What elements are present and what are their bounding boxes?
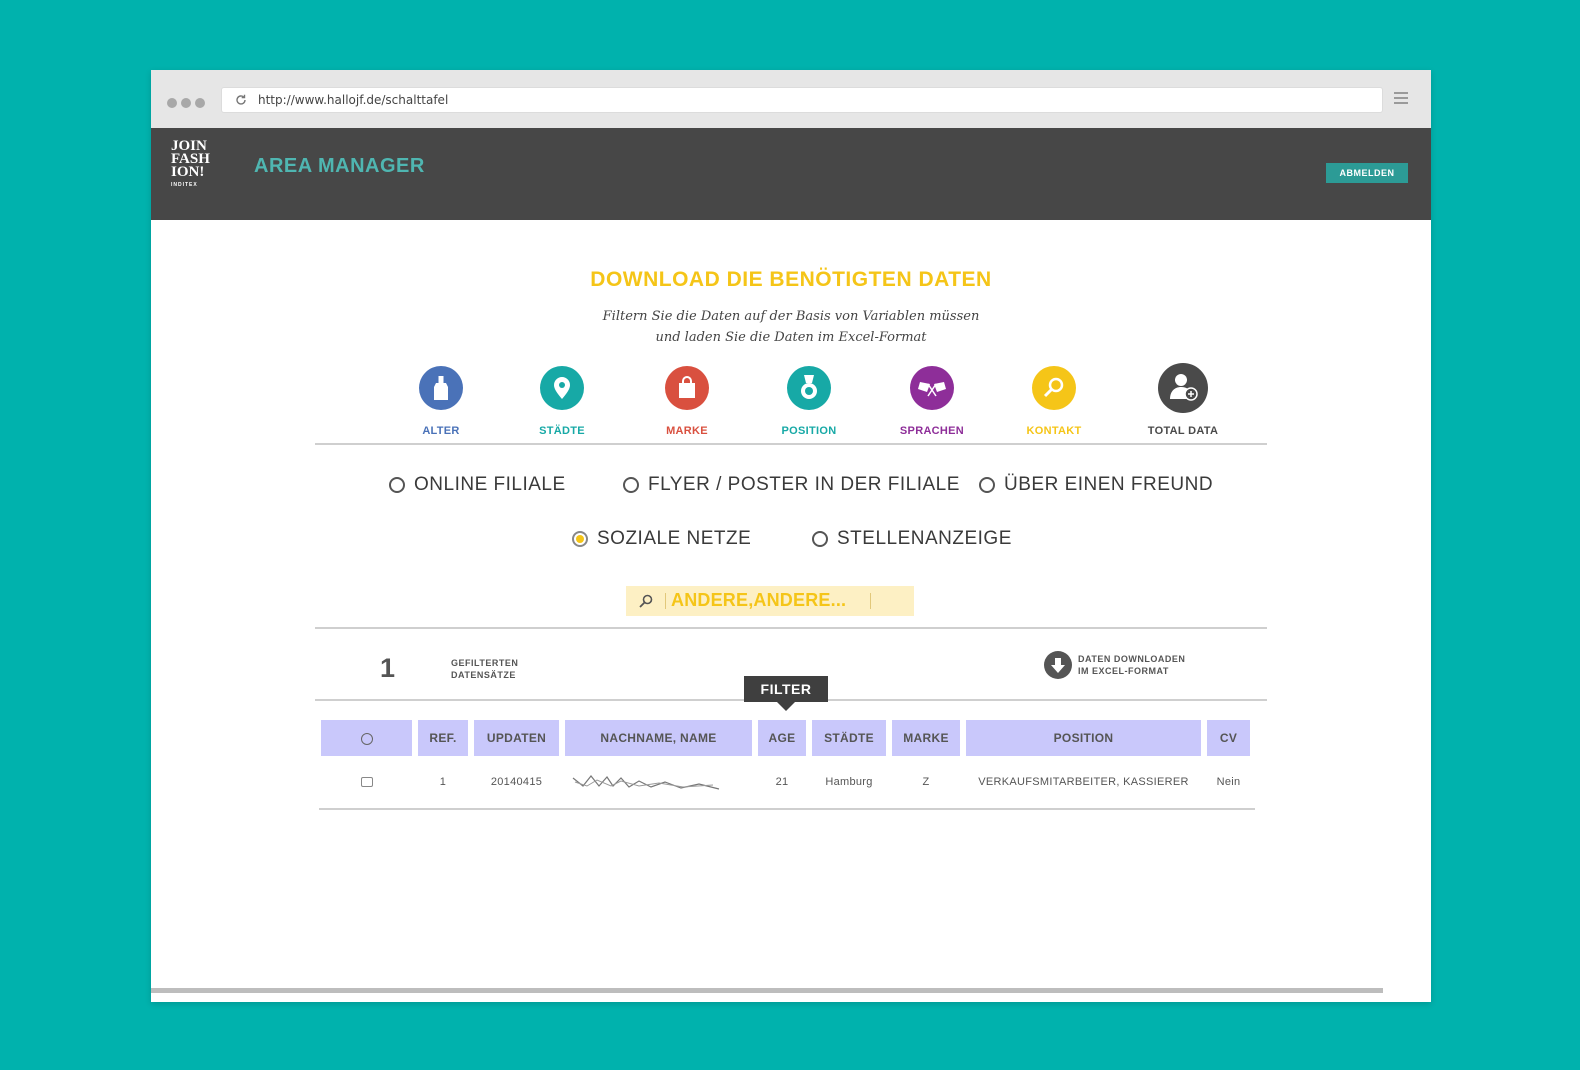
category-label: SPRACHEN [899,425,965,437]
column-header-marke[interactable]: MARKE [892,720,960,756]
category-alter[interactable]: ALTER [391,366,491,437]
download-excel-link[interactable]: DATEN DOWNLOADEN IM EXCEL-FORMAT [1078,653,1185,677]
category-label: MARKE [666,425,708,437]
category-staedte[interactable]: STÄDTE [512,366,612,437]
category-icons: ALTER STÄDTE MARKE POSITION SPRACHEN KON… [391,363,1271,446]
cell-staedte: Hamburg [825,776,873,788]
row-checkbox[interactable] [321,772,412,792]
category-label: TOTAL DATA [1147,425,1219,437]
category-label: STÄDTE [539,425,585,437]
category-kontakt[interactable]: KONTAKT [1004,366,1104,437]
radio-circle-icon[interactable] [360,732,373,745]
search-value[interactable]: ANDERE,ANDERE... [671,590,846,611]
address-bar[interactable]: http://www.hallojf.de/schalttafel [221,87,1383,113]
window-controls [167,95,209,113]
user-add-icon [1158,363,1208,413]
column-header-cv[interactable]: CV [1207,720,1250,756]
radio-online-filiale[interactable]: ONLINE FILIALE [389,474,566,496]
cell-name-redacted [571,772,741,792]
search-icon [639,594,653,608]
radio-circle-icon[interactable] [623,477,639,493]
redacted-scribble [572,775,720,790]
filter-tooltip[interactable]: FILTER [744,676,828,711]
column-header-position[interactable]: POSITION [966,720,1201,756]
filtered-count: 1 [380,653,396,683]
logout-button[interactable]: ABMELDEN [1326,163,1408,183]
radio-circle-icon[interactable] [389,477,405,493]
divider [315,443,1267,445]
flags-icon [910,366,954,410]
column-header-name[interactable]: NACHNAME, NAME [565,720,752,756]
browser-window: http://www.hallojf.de/schalttafel JOIN F… [151,70,1431,1002]
cell-marke: Z [922,776,930,788]
menu-icon[interactable] [1394,92,1408,107]
radio-flyer-poster[interactable]: FLYER / POSTER IN DER FILIALE [623,474,960,496]
shopping-bag-icon [665,366,709,410]
window-dot-icon[interactable] [181,98,191,108]
page-subtitle: Filtern Sie die Daten auf der Basis von … [602,309,980,345]
divider [315,627,1267,629]
cell-age: 21 [775,776,789,788]
cell-position: VERKAUFSMITARBEITER, KASSIERER [978,776,1189,788]
browser-chrome: http://www.hallojf.de/schalttafel [151,70,1431,128]
download-icon[interactable] [1044,651,1072,679]
category-label: POSITION [781,425,837,437]
radio-stellenanzeige[interactable]: STELLENANZEIGE [812,528,1012,550]
category-position[interactable]: POSITION [759,366,859,437]
search-field[interactable]: ANDERE,ANDERE... [626,586,914,616]
app-header: JOIN FASH ION! INDITEX AREA MANAGER ABME… [151,128,1431,220]
radio-circle-icon[interactable] [812,531,828,547]
select-all-header[interactable] [321,720,412,756]
category-marke[interactable]: MARKE [637,366,737,437]
medal-icon [787,366,831,410]
app-title: AREA MANAGER [254,155,425,177]
cell-cv[interactable]: Nein [1207,772,1250,792]
category-label: ALTER [422,425,460,437]
reload-icon[interactable] [234,93,248,107]
radio-circle-icon[interactable] [979,477,995,493]
cell-ref: 1 [439,776,447,788]
horizontal-scrollbar[interactable] [151,988,1383,993]
category-total-data[interactable]: TOTAL DATA [1133,363,1233,437]
magnifier-icon [1032,366,1076,410]
window-dot-icon[interactable] [167,98,177,108]
search-separator [870,593,871,609]
radio-checked-icon[interactable] [572,531,588,547]
category-label: KONTAKT [1026,425,1082,437]
search-separator [665,593,666,609]
column-header-age[interactable]: AGE [758,720,806,756]
url-text[interactable]: http://www.hallojf.de/schalttafel [258,93,448,107]
page-heading: DOWNLOAD DIE BENÖTIGTEN DATEN [590,268,992,291]
column-header-updaten[interactable]: UPDATEN [474,720,559,756]
column-header-ref[interactable]: REF. [418,720,468,756]
category-sprachen[interactable]: SPRACHEN [882,366,982,437]
cell-updaten: 20140415 [490,776,543,788]
window-dot-icon[interactable] [195,98,205,108]
row-divider [319,808,1255,810]
filtered-count-label: GEFILTERTEN DATENSÄTZE [451,658,519,680]
radio-ueber-freund[interactable]: ÜBER EINEN FREUND [979,474,1213,496]
column-header-staedte[interactable]: STÄDTE [812,720,886,756]
map-pin-icon [540,366,584,410]
radio-soziale-netze[interactable]: SOZIALE NETZE [572,528,751,550]
join-fashion-logo[interactable]: JOIN FASH ION! INDITEX [171,139,225,189]
bottle-icon [419,366,463,410]
